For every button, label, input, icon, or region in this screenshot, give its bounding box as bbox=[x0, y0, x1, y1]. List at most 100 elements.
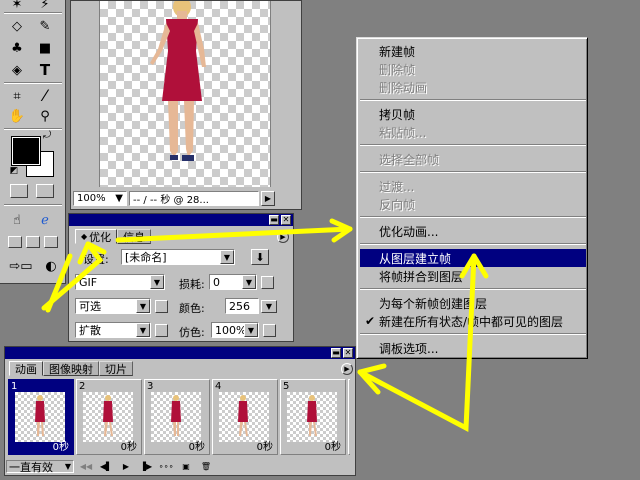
frame-3[interactable]: 3 0秒 bbox=[144, 379, 210, 455]
frame-number: 2 bbox=[79, 381, 86, 392]
colors-field[interactable]: 256 bbox=[225, 298, 259, 314]
show-slices-icon[interactable] bbox=[36, 184, 54, 198]
loop-dropdown[interactable]: 一直有效 ▼ bbox=[6, 460, 74, 474]
loop-value: 一直有效 bbox=[9, 460, 53, 474]
tab-animation[interactable]: 动画 bbox=[9, 361, 43, 376]
zoom-dropdown[interactable]: 100% ▼ bbox=[73, 191, 127, 206]
type-icon[interactable]: T bbox=[34, 60, 56, 80]
dither-mask-button[interactable] bbox=[155, 324, 168, 337]
frame-delay[interactable]: 0秒 bbox=[121, 438, 137, 453]
menu-item-label: 拷贝帧 bbox=[379, 107, 416, 122]
swap-colors-icon[interactable]: ⤾ bbox=[40, 130, 54, 142]
status-menu-arrow-icon[interactable]: ▶ bbox=[261, 191, 275, 206]
animation-menu-arrow-icon[interactable]: ▶ bbox=[341, 363, 353, 375]
close-icon[interactable]: ✕ bbox=[281, 215, 291, 225]
menu-item-make-frames-from-layers[interactable]: 从图层建立帧 bbox=[360, 249, 586, 267]
zoom-icon[interactable]: ⚲ bbox=[34, 106, 56, 126]
loss-field[interactable]: 0 ▼ bbox=[209, 274, 257, 290]
frame-delay[interactable]: 0秒 bbox=[325, 438, 341, 453]
eraser-icon[interactable]: ◇ bbox=[6, 16, 28, 36]
dither-label: 仿色: bbox=[179, 326, 205, 339]
menu-item-select-all-frames[interactable]: 选择全部帧 bbox=[360, 150, 586, 168]
preview-browser-icon[interactable]: ℯ bbox=[34, 210, 56, 230]
loss-mask-button[interactable] bbox=[261, 276, 274, 289]
menu-item-create-layer-per-frame[interactable]: 为每个新帧创建图层 bbox=[360, 294, 586, 312]
frame-2[interactable]: 2 0秒 bbox=[76, 379, 142, 455]
colors-dropdown-arrow[interactable]: ▼ bbox=[261, 300, 277, 313]
full-screen-menu-icon[interactable] bbox=[26, 236, 40, 248]
menu-item-new-frame[interactable]: 新建帧 bbox=[360, 42, 586, 60]
menu-separator bbox=[360, 243, 586, 245]
delete-frame-icon[interactable]: 🗑 bbox=[198, 461, 214, 473]
frame-6[interactable]: 6 bbox=[348, 379, 350, 455]
tab-slices[interactable]: 切片 bbox=[99, 361, 133, 376]
new-frame-icon[interactable]: ▣ bbox=[178, 461, 194, 473]
full-screen-icon[interactable] bbox=[44, 236, 58, 248]
eyedropper-icon[interactable]: ⁄ bbox=[34, 86, 56, 106]
menu-separator bbox=[360, 333, 586, 335]
menu-item-tween[interactable]: 过渡... bbox=[360, 177, 586, 195]
menu-item-new-layers-visible-all-frames[interactable]: ✔ 新建在所有状态/帧中都可见的图层 bbox=[360, 312, 586, 330]
save-settings-icon[interactable]: ⬇ bbox=[251, 249, 269, 265]
paint-bucket-icon[interactable]: ◈ bbox=[6, 60, 28, 80]
menu-item-palette-options[interactable]: 调板选项... bbox=[360, 339, 586, 357]
format-dropdown[interactable]: GIF ▼ bbox=[75, 274, 165, 290]
dither-dropdown[interactable]: 扩散 ▼ bbox=[75, 322, 151, 338]
crop-icon[interactable]: ⌗ bbox=[6, 86, 28, 106]
panel-menu-arrow-icon[interactable]: ▶ bbox=[277, 231, 289, 243]
document-window: 100% ▼ -- / -- 秒 @ 28... ▶ bbox=[70, 0, 302, 210]
rectangle-icon[interactable]: ■ bbox=[34, 38, 56, 58]
menu-separator bbox=[360, 144, 586, 146]
frame-thumbnail bbox=[151, 392, 201, 442]
dither-percent-field[interactable]: 100% ▼ bbox=[211, 322, 259, 338]
menu-item-flatten-frames-into-layers[interactable]: 将帧拼合到图层 bbox=[360, 267, 586, 285]
tab-image-map[interactable]: 图像映射 bbox=[43, 361, 99, 376]
foreground-color-swatch[interactable] bbox=[11, 136, 41, 166]
tab-info-label: 信息 bbox=[123, 230, 146, 244]
close-icon[interactable]: ✕ bbox=[343, 348, 353, 358]
hand-tool-icon[interactable]: ☝ bbox=[6, 210, 28, 230]
previous-frame-icon[interactable]: ◀▌ bbox=[98, 461, 114, 473]
menu-item-paste-frame[interactable]: 粘贴帧... bbox=[360, 123, 586, 141]
frame-4[interactable]: 4 0秒 bbox=[212, 379, 278, 455]
next-frame-icon[interactable]: ▐▶ bbox=[138, 461, 154, 473]
tab-optimize[interactable]: ◆ 优化 bbox=[75, 229, 118, 244]
optimize-panel-titlebar[interactable]: ▬ ✕ bbox=[69, 214, 293, 226]
hand-icon[interactable]: ✋ bbox=[6, 106, 28, 126]
frame-thumbnail bbox=[83, 392, 133, 442]
first-frame-icon[interactable]: ◀◀ bbox=[78, 461, 94, 473]
download-time-field[interactable]: -- / -- 秒 @ 28... bbox=[129, 191, 259, 206]
menu-separator bbox=[360, 99, 586, 101]
tab-info[interactable]: 信息 bbox=[117, 229, 152, 244]
minimize-icon[interactable]: ▬ bbox=[269, 215, 279, 225]
frame-1[interactable]: 1 0秒 bbox=[8, 379, 74, 455]
default-colors-icon[interactable]: ◩ bbox=[8, 165, 20, 177]
palette-mask-button[interactable] bbox=[155, 300, 168, 313]
frame-delay[interactable]: 0秒 bbox=[257, 438, 273, 453]
standard-screen-icon[interactable] bbox=[8, 236, 22, 248]
minimize-icon[interactable]: ▬ bbox=[331, 348, 341, 358]
brush-icon[interactable]: ✎ bbox=[34, 16, 56, 36]
palette-dropdown[interactable]: 可选 ▼ bbox=[75, 298, 151, 314]
menu-item-reverse-frames[interactable]: 反向帧 bbox=[360, 195, 586, 213]
stamp-icon[interactable]: ♣ bbox=[6, 38, 28, 58]
menu-item-delete-frame[interactable]: 删除帧 bbox=[360, 60, 586, 78]
dither-percent-mask-button[interactable] bbox=[263, 324, 276, 337]
frame-delay[interactable]: 0秒 bbox=[189, 438, 205, 453]
menu-item-copy-frame[interactable]: 拷贝帧 bbox=[360, 105, 586, 123]
frame-delay[interactable]: 0秒 bbox=[53, 438, 69, 453]
settings-dropdown[interactable]: [未命名] ▼ bbox=[121, 249, 235, 265]
frame-number: 4 bbox=[215, 381, 222, 392]
jump-to-imageready-icon[interactable]: ⇨▭ bbox=[8, 256, 34, 276]
frame-5[interactable]: 5 0秒 bbox=[280, 379, 346, 455]
animation-panel-titlebar[interactable]: ▬ ✕ bbox=[5, 347, 355, 359]
menu-item-optimize-animation[interactable]: 优化动画... bbox=[360, 222, 586, 240]
document-canvas[interactable] bbox=[99, 0, 271, 187]
tween-icon[interactable]: ∘∘∘ bbox=[158, 461, 174, 473]
play-icon[interactable]: ▶ bbox=[118, 461, 134, 473]
rollover-icon[interactable]: ◐ bbox=[40, 256, 62, 276]
menu-item-delete-animation[interactable]: 删除动画 bbox=[360, 78, 586, 96]
frames-strip: 1 0秒 2 0秒 3 0秒 4 0秒 5 0秒 6 bbox=[8, 379, 350, 457]
palette-value: 可选 bbox=[79, 300, 101, 313]
hide-slices-icon[interactable] bbox=[10, 184, 28, 198]
